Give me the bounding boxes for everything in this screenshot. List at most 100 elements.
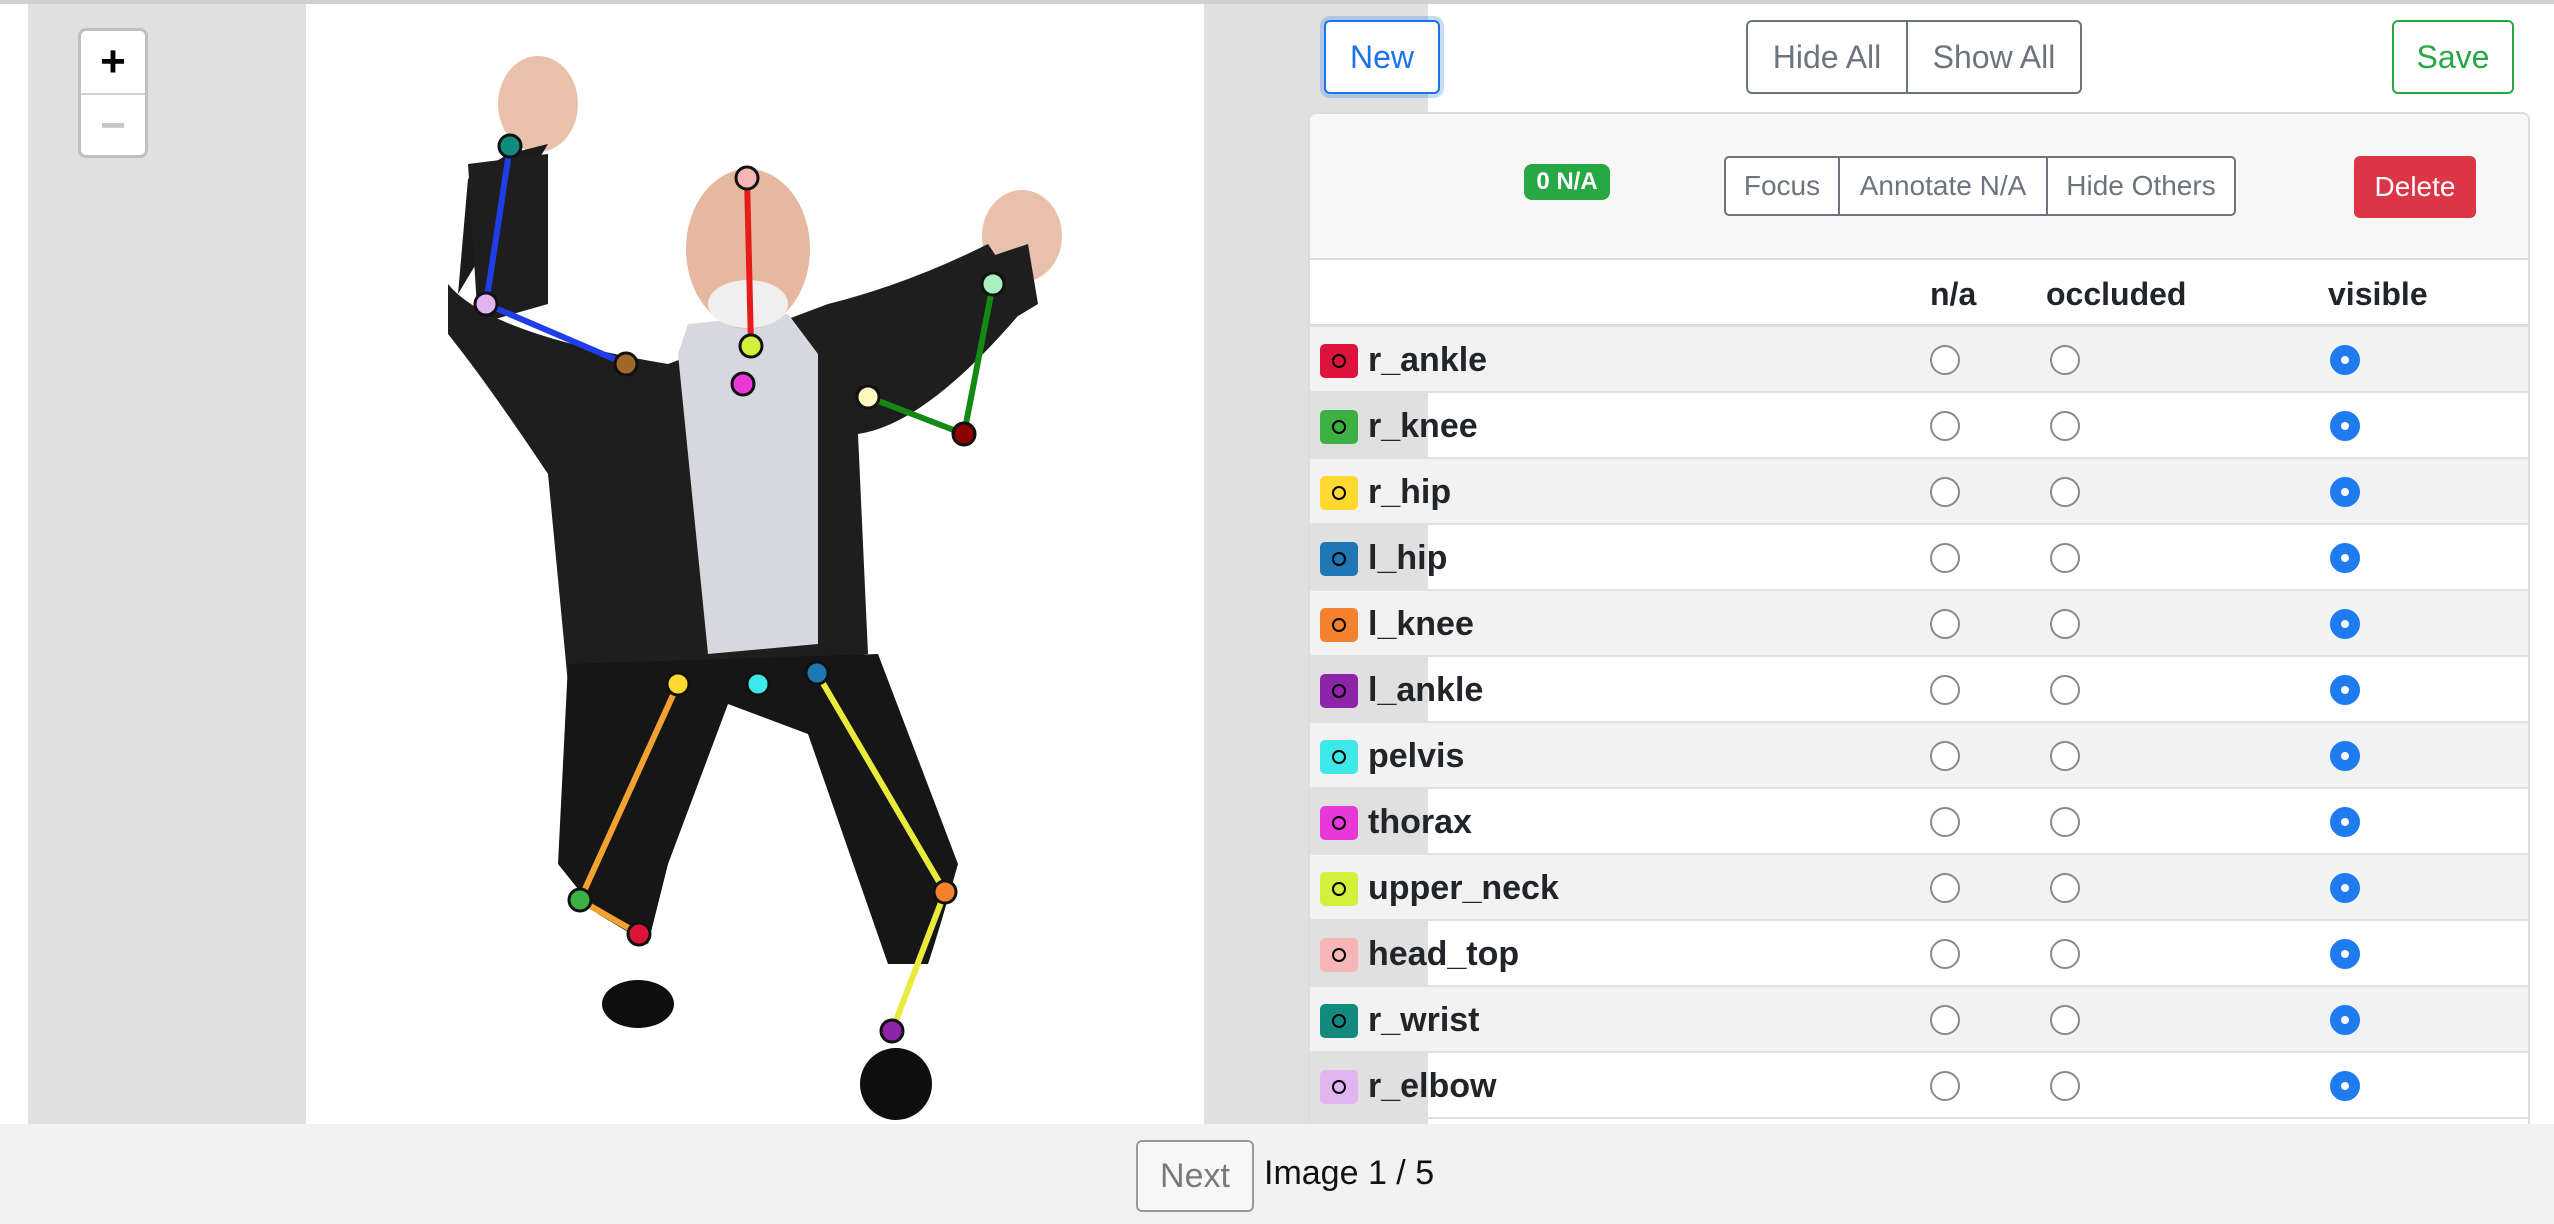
column-header-visible: visible <box>2328 276 2428 312</box>
radio-occluded[interactable] <box>2050 1005 2080 1035</box>
keypoint-r-ankle <box>626 921 652 947</box>
radio-na[interactable] <box>1930 939 1960 969</box>
color-swatch-icon <box>1320 938 1358 972</box>
radio-visible[interactable] <box>2330 1005 2360 1035</box>
table-row: r_ankle <box>1310 327 2528 393</box>
radio-visible[interactable] <box>2330 477 2360 507</box>
keypoint-name: l_ankle <box>1368 671 1484 709</box>
keypoint-l-knee <box>932 879 958 905</box>
keypoint-name: r_wrist <box>1368 1001 1480 1039</box>
circle-icon <box>1332 750 1346 764</box>
radio-occluded[interactable] <box>2050 939 2080 969</box>
color-swatch-icon <box>1320 542 1358 576</box>
circle-icon <box>1332 552 1346 566</box>
table-row: upper_neck <box>1310 855 2528 921</box>
keypoint-r-knee <box>567 887 593 913</box>
zoom-out-button[interactable]: − <box>81 95 145 155</box>
table-row: pelvis <box>1310 723 2528 789</box>
hide-all-button[interactable]: Hide All <box>1746 20 1908 94</box>
color-swatch-icon <box>1320 1004 1358 1038</box>
new-button[interactable]: New <box>1324 20 1440 94</box>
annotate-na-button[interactable]: Annotate N/A <box>1838 156 2048 216</box>
keypoint-name: r_knee <box>1368 407 1478 445</box>
card-header: 0 N/A Focus Annotate N/A Hide Others Del… <box>1310 114 2528 260</box>
person-figure <box>448 56 1062 1120</box>
table-row: thorax <box>1310 789 2528 855</box>
color-swatch-icon <box>1320 1070 1358 1104</box>
table-row: l_ankle <box>1310 657 2528 723</box>
radio-na[interactable] <box>1930 477 1960 507</box>
hide-others-button[interactable]: Hide Others <box>2046 156 2236 216</box>
radio-visible[interactable] <box>2330 675 2360 705</box>
table-row: r_wrist <box>1310 987 2528 1053</box>
radio-visible[interactable] <box>2330 411 2360 441</box>
keypoint-r-shoulder <box>613 351 639 377</box>
circle-icon <box>1332 618 1346 632</box>
footer-bar: Next Image 1 / 5 <box>0 1124 2554 1224</box>
radio-visible[interactable] <box>2330 807 2360 837</box>
radio-na[interactable] <box>1930 609 1960 639</box>
radio-visible[interactable] <box>2330 741 2360 771</box>
table-row: head_top <box>1310 921 2528 987</box>
radio-occluded[interactable] <box>2050 345 2080 375</box>
keypoint-l-hip <box>804 660 830 686</box>
radio-visible[interactable] <box>2330 345 2360 375</box>
show-all-button[interactable]: Show All <box>1906 20 2082 94</box>
keypoint-r-wrist <box>497 133 523 159</box>
radio-occluded[interactable] <box>2050 411 2080 441</box>
radio-occluded[interactable] <box>2050 675 2080 705</box>
keypoint-name: r_elbow <box>1368 1067 1497 1105</box>
radio-visible[interactable] <box>2330 873 2360 903</box>
radio-na[interactable] <box>1930 543 1960 573</box>
keypoint-upper-neck <box>738 333 764 359</box>
radio-occluded[interactable] <box>2050 543 2080 573</box>
radio-na[interactable] <box>1930 1005 1960 1035</box>
keypoint-name: l_knee <box>1368 605 1474 643</box>
keypoint-table-body: r_ankle r_knee r_hip l_hip l_knee l_ankle pelv… <box>1310 327 2528 1119</box>
circle-icon <box>1332 354 1346 368</box>
radio-visible[interactable] <box>2330 1071 2360 1101</box>
zoom-in-button[interactable]: + <box>81 31 145 95</box>
radio-na[interactable] <box>1930 345 1960 375</box>
keypoint-l-ankle <box>879 1018 905 1044</box>
radio-na[interactable] <box>1930 1071 1960 1101</box>
radio-na[interactable] <box>1930 675 1960 705</box>
circle-icon <box>1332 420 1346 434</box>
keypoint-l-elbow <box>951 421 977 447</box>
radio-occluded[interactable] <box>2050 741 2080 771</box>
color-swatch-icon <box>1320 410 1358 444</box>
radio-na[interactable] <box>1930 873 1960 903</box>
radio-occluded[interactable] <box>2050 807 2080 837</box>
radio-occluded[interactable] <box>2050 609 2080 639</box>
table-row: l_knee <box>1310 591 2528 657</box>
focus-button[interactable]: Focus <box>1724 156 1840 216</box>
image-viewer[interactable]: + − <box>28 4 1428 1124</box>
column-header-na: n/a <box>1930 276 1977 312</box>
radio-visible[interactable] <box>2330 939 2360 969</box>
save-button[interactable]: Save <box>2392 20 2514 94</box>
radio-occluded[interactable] <box>2050 873 2080 903</box>
radio-visible[interactable] <box>2330 609 2360 639</box>
delete-button[interactable]: Delete <box>2354 156 2476 218</box>
annotated-photo[interactable] <box>28 4 1428 1124</box>
keypoint-head-top <box>734 165 760 191</box>
circle-icon <box>1332 1080 1346 1094</box>
radio-na[interactable] <box>1930 807 1960 837</box>
radio-occluded[interactable] <box>2050 477 2080 507</box>
color-swatch-icon <box>1320 674 1358 708</box>
keypoint-thorax <box>730 371 756 397</box>
keypoint-name: l_hip <box>1368 539 1448 577</box>
table-header: n/a occluded visible <box>1310 260 2528 327</box>
radio-na[interactable] <box>1930 741 1960 771</box>
keypoint-name: head_top <box>1368 935 1520 973</box>
table-row: r_elbow <box>1310 1053 2528 1119</box>
radio-visible[interactable] <box>2330 543 2360 573</box>
radio-occluded[interactable] <box>2050 1071 2080 1101</box>
table-row: r_knee <box>1310 393 2528 459</box>
keypoint-l-wrist <box>980 271 1006 297</box>
limb-head-neck <box>744 175 754 349</box>
keypoint-card: 0 N/A Focus Annotate N/A Hide Others Del… <box>1308 112 2530 1128</box>
radio-na[interactable] <box>1930 411 1960 441</box>
next-button[interactable]: Next <box>1136 1140 1254 1212</box>
color-swatch-icon <box>1320 806 1358 840</box>
